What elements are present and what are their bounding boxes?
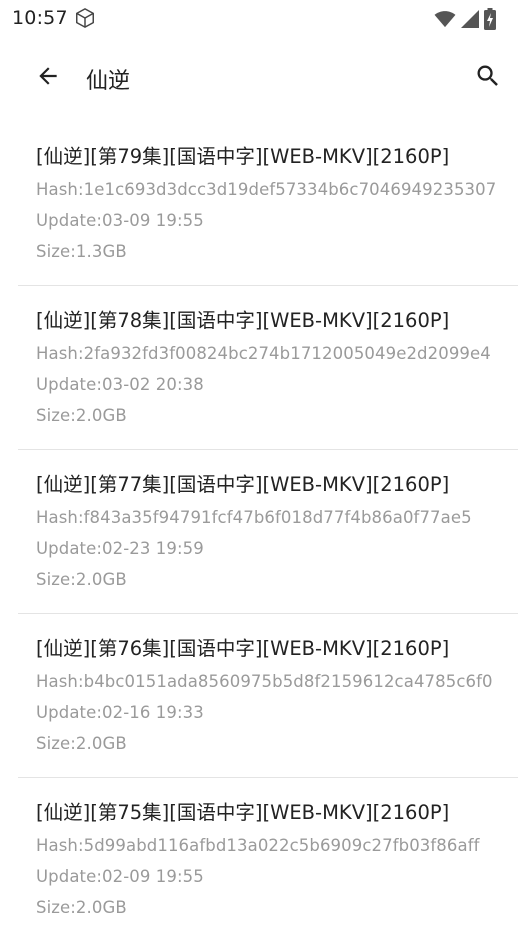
- app-bar: 仙逆: [0, 44, 530, 112]
- battery-icon: [484, 8, 496, 30]
- status-indicators: [434, 8, 496, 30]
- item-update: Update:02-23 19:59: [36, 539, 204, 558]
- item-title: [仙逆][第77集][国语中字][WEB-MKV][2160P]: [36, 473, 450, 496]
- item-title: [仙逆][第79集][国语中字][WEB-MKV][2160P]: [36, 145, 450, 168]
- item-hash: Hash:2fa932fd3f00824bc274b1712005049e2d2…: [36, 344, 491, 363]
- item-update: Update:02-09 19:55: [36, 867, 204, 886]
- list-item[interactable]: [仙逆][第78集][国语中字][WEB-MKV][2160P] Hash:2f…: [18, 286, 518, 450]
- list-item[interactable]: [仙逆][第75集][国语中字][WEB-MKV][2160P] Hash:5d…: [18, 778, 518, 942]
- arrow-back-icon: [35, 63, 61, 93]
- status-time: 10:57: [12, 7, 68, 29]
- cube-icon: [74, 7, 96, 29]
- item-hash: Hash:b4bc0151ada8560975b5d8f2159612ca478…: [36, 672, 493, 691]
- page-title: 仙逆: [86, 69, 131, 94]
- item-size: Size:2.0GB: [36, 406, 127, 425]
- result-list: [仙逆][第79集][国语中字][WEB-MKV][2160P] Hash:1e…: [18, 122, 518, 942]
- item-size: Size:2.0GB: [36, 898, 127, 917]
- item-size: Size:2.0GB: [36, 570, 127, 589]
- list-item[interactable]: [仙逆][第79集][国语中字][WEB-MKV][2160P] Hash:1e…: [18, 122, 518, 286]
- list-item[interactable]: [仙逆][第77集][国语中字][WEB-MKV][2160P] Hash:f8…: [18, 450, 518, 614]
- search-icon: [474, 62, 502, 94]
- item-hash: Hash:5d99abd116afbd13a022c5b6909c27fb03f…: [36, 836, 480, 855]
- item-update: Update:02-16 19:33: [36, 703, 204, 722]
- item-update: Update:03-02 20:38: [36, 375, 204, 394]
- item-size: Size:2.0GB: [36, 734, 127, 753]
- item-title: [仙逆][第76集][国语中字][WEB-MKV][2160P]: [36, 637, 450, 660]
- item-hash: Hash:1e1c693d3dcc3d19def57334b6c70469492…: [36, 180, 497, 199]
- back-button[interactable]: [28, 58, 68, 98]
- list-item[interactable]: [仙逆][第76集][国语中字][WEB-MKV][2160P] Hash:b4…: [18, 614, 518, 778]
- item-title: [仙逆][第78集][国语中字][WEB-MKV][2160P]: [36, 309, 450, 332]
- wifi-icon: [434, 9, 456, 29]
- search-button[interactable]: [468, 58, 508, 98]
- item-update: Update:03-09 19:55: [36, 211, 204, 230]
- status-bar: 10:57: [0, 0, 530, 38]
- signal-icon: [460, 9, 480, 29]
- item-size: Size:1.3GB: [36, 242, 127, 261]
- item-hash: Hash:f843a35f94791fcf47b6f018d77f4b86a0f…: [36, 508, 472, 527]
- item-title: [仙逆][第75集][国语中字][WEB-MKV][2160P]: [36, 801, 450, 824]
